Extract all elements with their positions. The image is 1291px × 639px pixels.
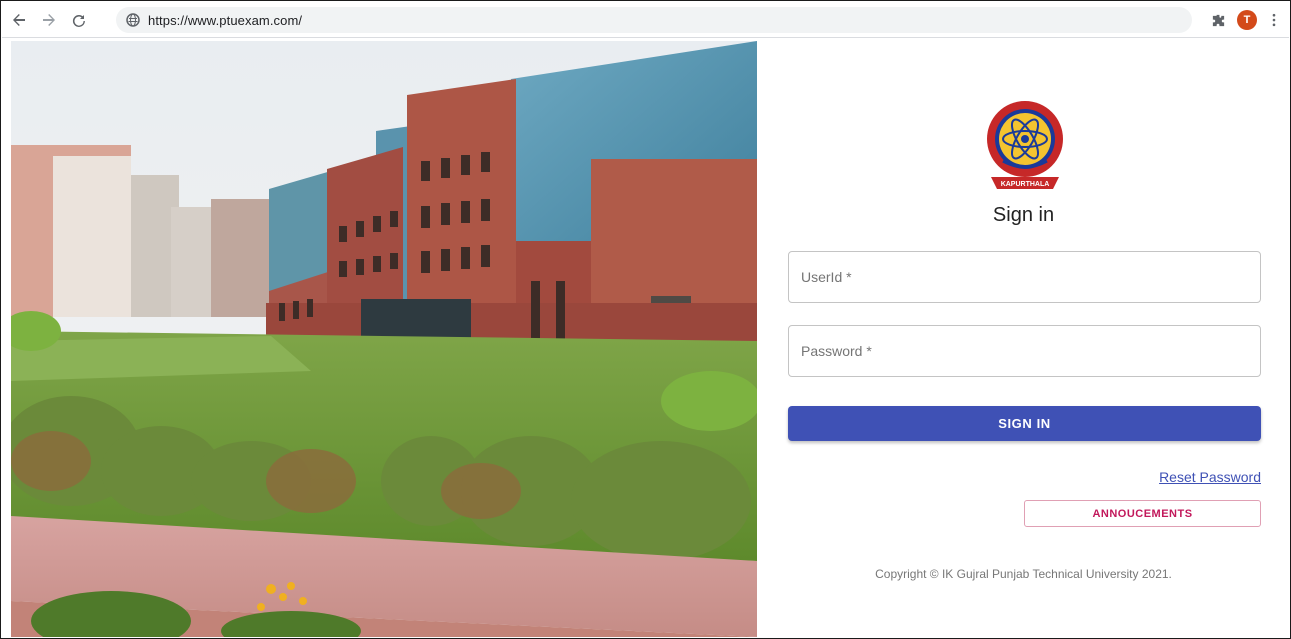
forward-icon[interactable] — [36, 7, 62, 33]
sign-in-button[interactable]: SIGN IN — [788, 406, 1261, 441]
copyright-text: Copyright © IK Gujral Punjab Technical U… — [875, 567, 1172, 581]
page-title: Sign in — [992, 204, 1055, 226]
browser-toolbar: https://www.ptuexam.com/ T — [2, 2, 1289, 38]
reload-icon[interactable] — [66, 7, 92, 33]
reset-password-link[interactable]: Reset Password — [1159, 469, 1261, 485]
login-panel: KAPURTHALA Sign in SIGN IN Reset Passwor… — [757, 41, 1290, 637]
extensions-icon[interactable] — [1209, 11, 1227, 29]
browser-window: https://www.ptuexam.com/ T KAPURTHALA Si… — [0, 0, 1291, 639]
more-menu-icon[interactable] — [1267, 11, 1281, 29]
site-info-icon[interactable] — [126, 13, 140, 27]
password-input[interactable] — [789, 326, 1260, 376]
browser-right-tools: T — [1209, 7, 1281, 33]
password-field[interactable] — [788, 325, 1261, 377]
address-bar[interactable]: https://www.ptuexam.com/ — [116, 7, 1192, 33]
announcements-button[interactable]: ANNOUCEMENTS — [1024, 500, 1261, 527]
userid-input[interactable] — [789, 252, 1260, 302]
url-text: https://www.ptuexam.com/ — [148, 12, 303, 28]
back-icon[interactable] — [6, 7, 32, 33]
university-logo: KAPURTHALA — [983, 99, 1067, 195]
userid-field[interactable] — [788, 251, 1261, 303]
profile-avatar[interactable]: T — [1237, 10, 1257, 30]
logo-banner-text: KAPURTHALA — [1001, 181, 1050, 188]
campus-photo — [11, 41, 757, 637]
